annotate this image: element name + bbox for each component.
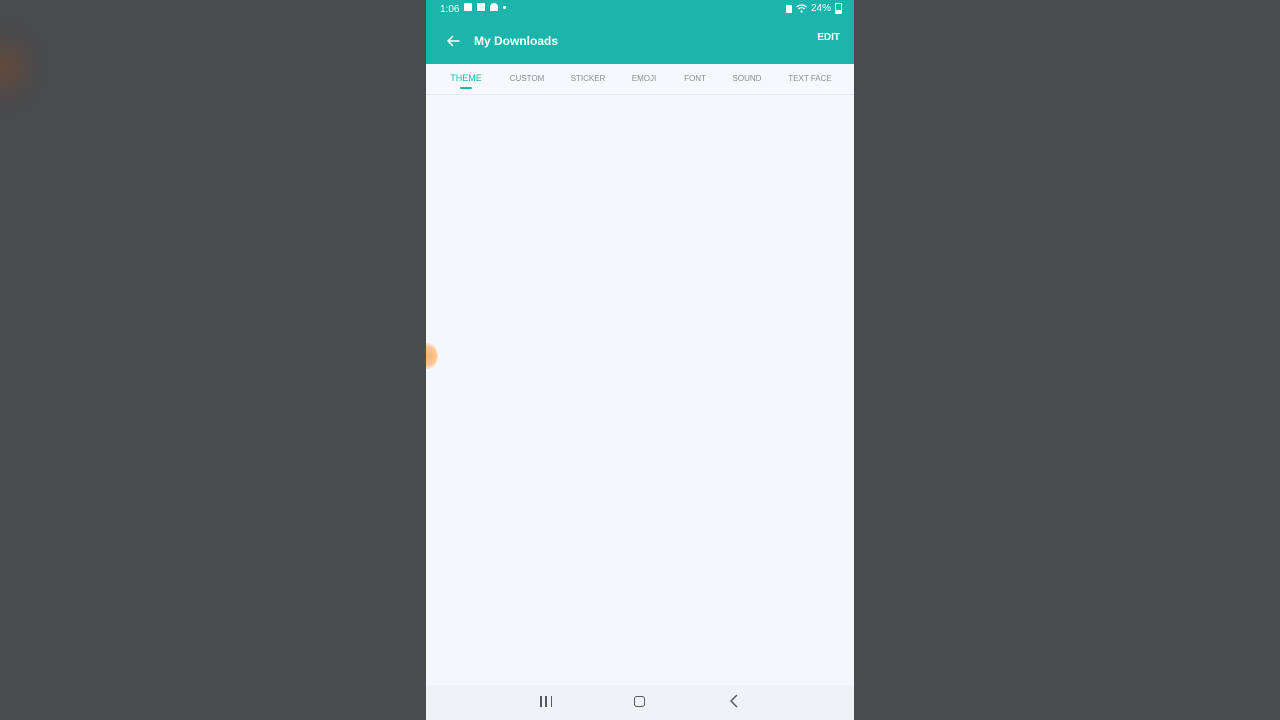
status-bar: 1:06 24% xyxy=(426,0,854,20)
app-toolbar: My Downloads EDIT xyxy=(426,20,854,64)
wifi-icon xyxy=(796,4,807,13)
back-icon[interactable] xyxy=(728,694,740,708)
screen: 1:06 24% My Downloads EDIT THEME CUSTOM … xyxy=(0,0,1280,720)
floating-bubble[interactable] xyxy=(426,343,438,369)
tab-custom[interactable]: CUSTOM xyxy=(510,74,545,83)
active-tab-indicator xyxy=(460,87,472,89)
back-button[interactable] xyxy=(440,28,466,54)
recents-icon[interactable] xyxy=(540,696,552,708)
notification-icons xyxy=(464,3,506,11)
home-icon[interactable] xyxy=(634,696,645,707)
status-time: 1:06 xyxy=(440,4,460,15)
arrow-left-icon xyxy=(447,35,460,47)
system-icons: 24% xyxy=(785,3,842,14)
battery-icon xyxy=(835,3,842,14)
downloads-content-area xyxy=(426,95,854,685)
navigation-bar xyxy=(426,685,854,720)
video-icon xyxy=(464,3,472,11)
dot-icon xyxy=(503,5,506,9)
phone-screen: 1:06 24% My Downloads EDIT THEME CUSTOM … xyxy=(426,0,854,720)
battery-percent: 24% xyxy=(810,3,831,14)
cloud-icon xyxy=(490,3,498,11)
robot-icon xyxy=(477,3,485,11)
tab-theme[interactable]: THEME xyxy=(450,73,482,83)
alarm-icon xyxy=(785,4,792,13)
category-tabs: THEME CUSTOM STICKER EMOJI FONT SOUND TE… xyxy=(426,64,854,95)
tab-font[interactable]: FONT xyxy=(684,74,706,83)
edit-button[interactable]: EDIT xyxy=(817,32,840,43)
page-title: My Downloads xyxy=(474,34,559,48)
blurred-overlay-blob xyxy=(0,25,36,109)
tab-text-face[interactable]: TEXT FACE xyxy=(788,74,831,83)
tab-sound[interactable]: SOUND xyxy=(733,74,762,83)
tab-emoji[interactable]: EMOJI xyxy=(632,74,656,83)
tab-sticker[interactable]: STICKER xyxy=(571,74,606,83)
